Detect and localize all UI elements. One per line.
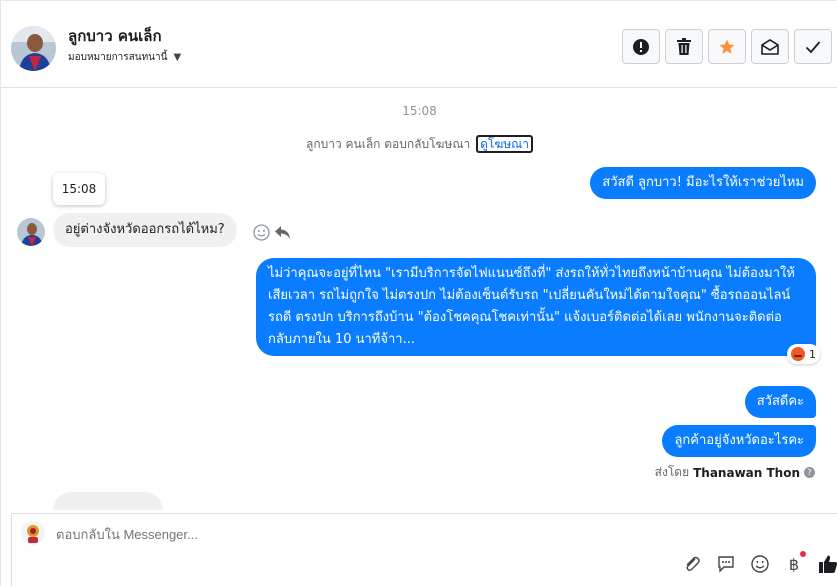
delete-button[interactable] <box>665 29 703 64</box>
thumbs-up-icon <box>819 555 837 573</box>
checkmark-icon <box>805 40 821 53</box>
assign-conversation-dropdown[interactable]: มอบหมายการสนทนานี้ ▼ <box>68 50 181 65</box>
payment-button[interactable]: ฿ <box>784 551 806 574</box>
saved-replies-button[interactable] <box>716 554 736 574</box>
star-button[interactable] <box>708 29 746 64</box>
message-bubble-outgoing[interactable]: ลูกค้าอยู่จังหวัดอะไรคะ <box>662 425 816 457</box>
ad-reply-text: ลูกบาว คนเล็ก ตอบกลับโฆษณา <box>305 137 471 151</box>
header-actions <box>622 29 832 64</box>
attach-button[interactable] <box>682 554 702 574</box>
message-bubble-incoming[interactable]: อยู่ต่างจังหวัดออกรถได้ไหม? <box>53 213 237 247</box>
messenger-inbox-thread: ลูกบาว คนเล็ก มอบหมายการสนทนานี้ ▼ 15:08… <box>0 0 837 586</box>
chevron-down-icon: ▼ <box>173 52 182 63</box>
help-icon[interactable]: ? <box>804 467 815 478</box>
reply-composer: ฿ <box>11 513 837 586</box>
alert-circle-icon <box>633 38 649 55</box>
page-avatar <box>21 521 45 545</box>
view-ad-link[interactable]: ดูโฆษณา <box>476 135 534 153</box>
mark-unread-button[interactable] <box>751 29 789 64</box>
mark-spam-button[interactable] <box>622 29 660 64</box>
message-reaction[interactable]: 1 <box>787 344 820 364</box>
reply-input[interactable] <box>56 527 656 542</box>
star-icon <box>719 39 735 54</box>
message-time-tooltip: 15:08 <box>53 173 105 205</box>
reply-arrow-icon[interactable] <box>274 225 291 240</box>
contact-avatar[interactable] <box>11 26 56 71</box>
notification-dot <box>800 551 806 557</box>
message-bubble-outgoing[interactable]: สวัสดี ลูกบาว! มีอะไรให้เราช่วยไหม <box>590 167 816 199</box>
timestamp-divider: 15:08 <box>402 104 437 118</box>
smiley-icon <box>751 555 769 573</box>
contact-avatar-small <box>17 218 45 246</box>
react-smiley-icon[interactable] <box>253 224 270 241</box>
composer-tools: ฿ <box>682 551 837 574</box>
message-bubble-outgoing-long[interactable]: ไม่ว่าคุณจะอยู่ที่ไหน "เรามีบริการจัดไฟแ… <box>256 258 816 356</box>
like-button[interactable] <box>818 554 837 574</box>
conversation-header: ลูกบาว คนเล็ก มอบหมายการสนทนานี้ ▼ <box>1 7 837 88</box>
chat-bubble-icon <box>718 556 734 573</box>
message-tools <box>253 224 291 241</box>
paperclip-icon <box>686 556 700 571</box>
emoji-button[interactable] <box>750 554 770 574</box>
contact-name[interactable]: ลูกบาว คนเล็ก <box>68 24 162 48</box>
reaction-count: 1 <box>809 347 816 361</box>
mark-done-button[interactable] <box>794 29 832 64</box>
trash-icon <box>677 37 691 55</box>
sent-by-prefix: ส่งโดย <box>654 465 690 479</box>
envelope-icon <box>761 38 779 55</box>
sent-by-name[interactable]: Thanawan Thon <box>693 466 800 480</box>
assign-label: มอบหมายการสนทนานี้ <box>68 52 168 63</box>
baht-icon: ฿ <box>788 554 800 574</box>
message-bubble-outgoing[interactable]: สวัสดีคะ <box>744 386 816 418</box>
sent-by-label: ส่งโดย Thanawan Thon ? <box>655 463 815 482</box>
angry-reaction-icon <box>791 347 805 361</box>
message-bubble-incoming-partial <box>53 492 163 510</box>
ad-reply-notice: ลูกบาว คนเล็ก ตอบกลับโฆษณา ดูโฆษณา <box>1 135 837 154</box>
